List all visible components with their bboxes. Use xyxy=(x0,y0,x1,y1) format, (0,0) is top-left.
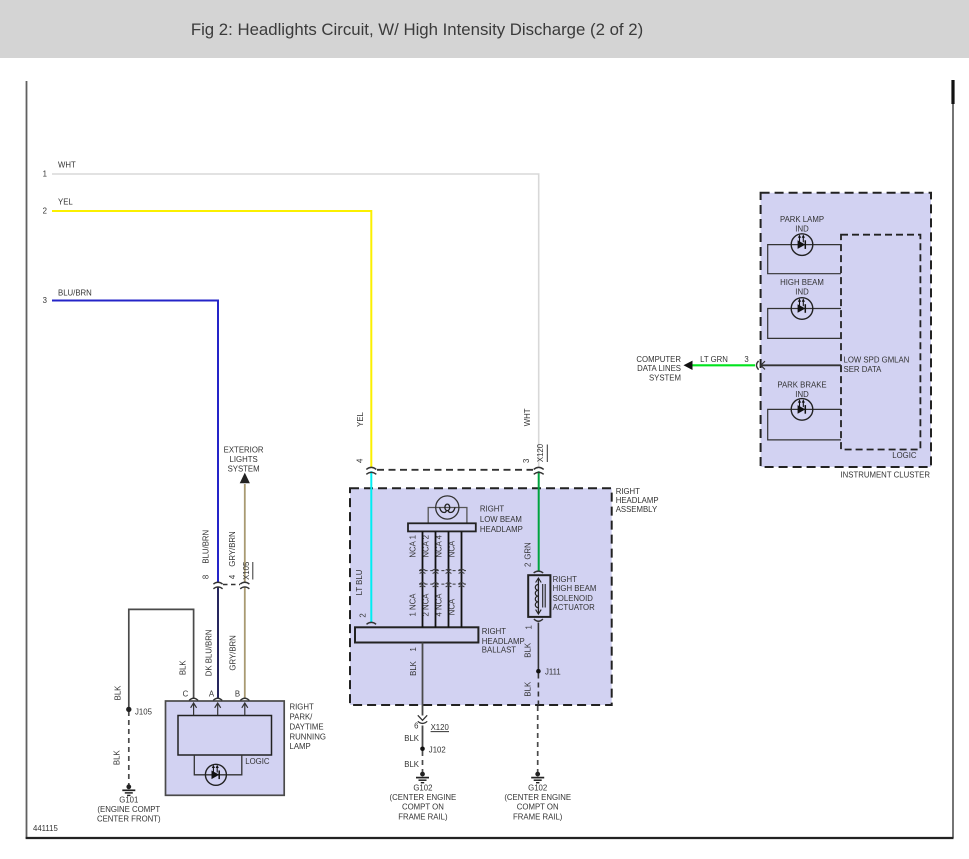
svg-text:6: 6 xyxy=(414,722,418,731)
svg-text:(CENTER ENGINE: (CENTER ENGINE xyxy=(390,793,457,802)
svg-text:4: 4 xyxy=(228,574,237,579)
svg-text:COMPT ON: COMPT ON xyxy=(402,803,444,812)
svg-text:LOW BEAM: LOW BEAM xyxy=(480,515,522,524)
svg-text:BLK: BLK xyxy=(114,685,123,701)
svg-text:BALLAST: BALLAST xyxy=(482,646,516,655)
svg-text:WHT: WHT xyxy=(58,161,76,170)
svg-text:HIGH BEAM: HIGH BEAM xyxy=(553,584,597,593)
svg-text:J102: J102 xyxy=(429,745,446,754)
svg-text:BLK: BLK xyxy=(409,660,418,676)
svg-text:LAMP: LAMP xyxy=(290,742,311,751)
svg-text:3: 3 xyxy=(43,296,47,305)
svg-text:DAYTIME: DAYTIME xyxy=(290,723,324,732)
svg-text:IND: IND xyxy=(795,390,809,399)
svg-text:IND: IND xyxy=(795,225,809,234)
svg-text:1: 1 xyxy=(525,625,534,629)
svg-text:HEADLAMP: HEADLAMP xyxy=(616,496,659,505)
svg-text:BLK: BLK xyxy=(113,750,122,766)
svg-text:LOGIC: LOGIC xyxy=(892,451,917,460)
svg-text:BLU/BRN: BLU/BRN xyxy=(58,289,92,298)
svg-text:A: A xyxy=(209,690,215,699)
svg-text:BLK: BLK xyxy=(404,734,420,743)
svg-text:SYSTEM: SYSTEM xyxy=(649,373,681,382)
svg-text:BLK: BLK xyxy=(524,681,533,697)
svg-text:RIGHT: RIGHT xyxy=(480,505,504,514)
svg-text:RIGHT: RIGHT xyxy=(553,575,577,584)
svg-text:3: 3 xyxy=(522,459,531,463)
svg-text:J105: J105 xyxy=(135,708,153,717)
svg-text:LT BLU: LT BLU xyxy=(355,569,364,595)
svg-text:4: 4 xyxy=(355,458,364,463)
svg-text:HIGH BEAM: HIGH BEAM xyxy=(780,278,824,287)
svg-text:G102: G102 xyxy=(413,784,432,793)
svg-text:IND: IND xyxy=(795,288,809,297)
svg-text:441115: 441115 xyxy=(33,824,59,833)
svg-text:FRAME RAIL): FRAME RAIL) xyxy=(513,812,563,821)
svg-text:G101: G101 xyxy=(119,796,138,805)
svg-text:YEL: YEL xyxy=(356,411,365,426)
svg-text:WHT: WHT xyxy=(523,408,532,426)
svg-text:2: 2 xyxy=(43,207,47,216)
svg-text:RIGHT: RIGHT xyxy=(290,703,314,712)
svg-text:BLK: BLK xyxy=(404,760,420,769)
svg-text:J111: J111 xyxy=(545,668,561,677)
svg-text:COMPUTER: COMPUTER xyxy=(636,355,681,364)
svg-text:2: 2 xyxy=(358,613,367,617)
svg-text:ACTUATOR: ACTUATOR xyxy=(553,603,596,612)
svg-text:1 NCA: 1 NCA xyxy=(409,593,418,617)
svg-text:EXTERIOR: EXTERIOR xyxy=(224,446,264,455)
svg-text:SOLENOID: SOLENOID xyxy=(553,594,594,603)
svg-text:INSTRUMENT CLUSTER: INSTRUMENT CLUSTER xyxy=(840,470,930,479)
svg-text:COMPT ON: COMPT ON xyxy=(517,803,559,812)
svg-text:HEADLAMP: HEADLAMP xyxy=(480,525,523,534)
svg-text:3: 3 xyxy=(744,355,748,364)
svg-text:X120: X120 xyxy=(431,723,450,732)
svg-text:C: C xyxy=(183,690,189,699)
svg-text:G102: G102 xyxy=(528,784,547,793)
svg-text:RIGHT: RIGHT xyxy=(616,487,640,496)
svg-text:1: 1 xyxy=(43,170,47,179)
svg-text:LIGHTS: LIGHTS xyxy=(230,455,258,464)
svg-text:8: 8 xyxy=(202,575,211,579)
svg-text:BLK: BLK xyxy=(524,642,533,658)
svg-text:ASSEMBLY: ASSEMBLY xyxy=(616,505,658,514)
svg-text:LOW SPD GMLAN: LOW SPD GMLAN xyxy=(844,355,910,364)
svg-text:B: B xyxy=(235,690,240,699)
svg-text:RIGHT: RIGHT xyxy=(482,627,506,636)
svg-text:BLK: BLK xyxy=(178,660,187,676)
svg-text:DK BLU/BRN: DK BLU/BRN xyxy=(204,630,213,677)
svg-text:2: 2 xyxy=(524,563,533,567)
svg-text:GRY/BRN: GRY/BRN xyxy=(229,635,238,670)
svg-text:GRN: GRN xyxy=(524,542,533,559)
svg-text:RUNNING: RUNNING xyxy=(290,733,326,742)
svg-text:SER DATA: SER DATA xyxy=(844,365,883,374)
svg-text:X120: X120 xyxy=(536,443,545,462)
svg-text:NCA 1: NCA 1 xyxy=(409,535,418,558)
svg-text:PARK LAMP: PARK LAMP xyxy=(780,215,824,224)
svg-text:SYSTEM: SYSTEM xyxy=(228,464,260,473)
svg-text:PARK BRAKE: PARK BRAKE xyxy=(777,381,826,390)
svg-text:LOGIC: LOGIC xyxy=(245,757,270,766)
svg-text:X105: X105 xyxy=(242,561,251,580)
svg-text:BLU/BRN: BLU/BRN xyxy=(202,530,211,564)
svg-text:YEL: YEL xyxy=(58,198,73,207)
svg-text:FRAME RAIL): FRAME RAIL) xyxy=(398,812,448,821)
svg-text:(CENTER ENGINE: (CENTER ENGINE xyxy=(504,793,571,802)
svg-text:LT GRN: LT GRN xyxy=(700,355,728,364)
svg-text:PARK/: PARK/ xyxy=(290,713,314,722)
svg-text:GRY/BRN: GRY/BRN xyxy=(228,531,237,566)
svg-text:(ENGINE COMPT: (ENGINE COMPT xyxy=(97,805,160,814)
svg-text:CENTER FRONT): CENTER FRONT) xyxy=(97,814,161,823)
svg-text:1: 1 xyxy=(409,647,418,651)
svg-text:DATA LINES: DATA LINES xyxy=(637,364,681,373)
